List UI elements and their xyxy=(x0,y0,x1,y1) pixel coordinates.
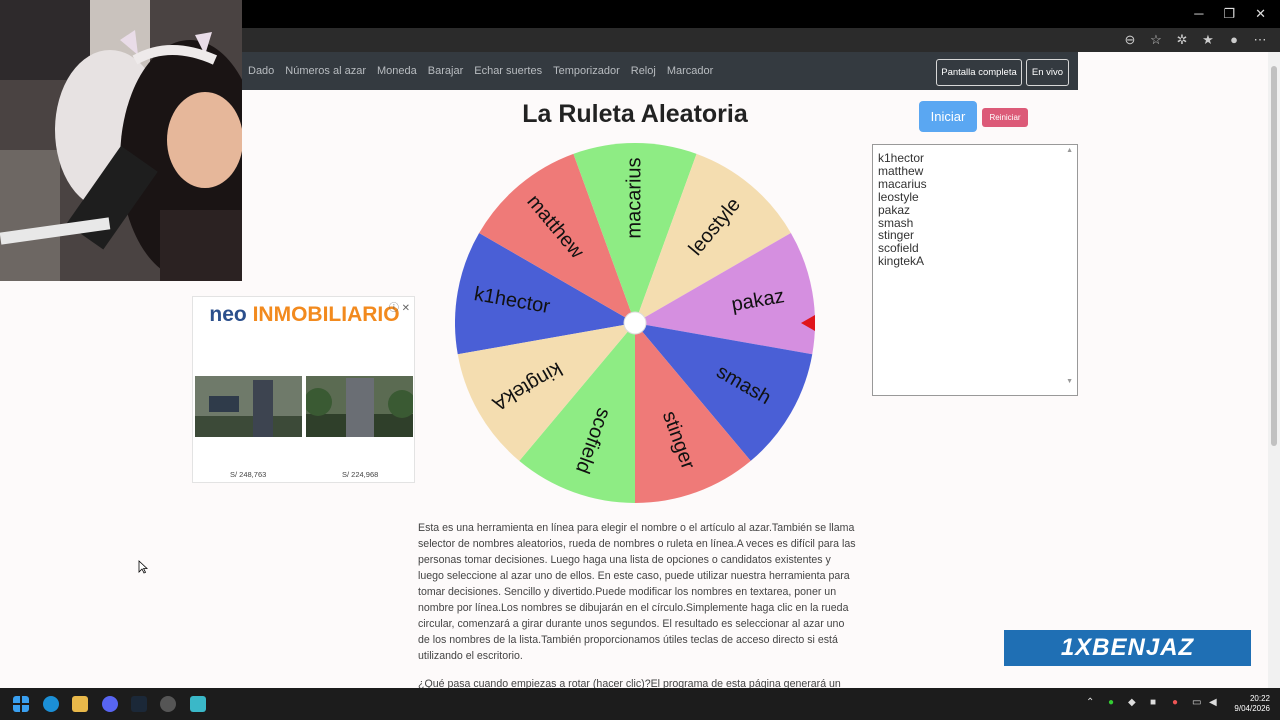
more-menu-icon[interactable]: ⋯ xyxy=(1252,32,1268,48)
name-line: stinger xyxy=(878,228,915,243)
close-window-button[interactable]: ✕ xyxy=(1255,6,1266,22)
favorites-icon[interactable]: ★ xyxy=(1200,32,1216,48)
volume-icon[interactable]: ◀ xyxy=(1209,697,1217,708)
edge-browser-icon[interactable] xyxy=(43,696,59,712)
scroll-down-icon[interactable]: ▼ xyxy=(1066,378,1073,385)
ad-image-building-2[interactable] xyxy=(306,376,413,437)
name-line: pakaz xyxy=(878,202,911,217)
notepad-icon[interactable] xyxy=(190,696,206,712)
nav-link[interactable]: Reloj xyxy=(631,65,656,77)
windows-start-icon[interactable] xyxy=(13,696,29,712)
nav-link[interactable]: Marcador xyxy=(667,65,713,77)
file-explorer-icon[interactable] xyxy=(72,696,88,712)
star-icon[interactable]: ☆ xyxy=(1148,32,1164,48)
obs-icon[interactable] xyxy=(160,696,176,712)
name-line: smash xyxy=(878,215,914,230)
page-scrollbar[interactable] xyxy=(1268,52,1280,688)
taskbar-clock[interactable]: 20:22 9/04/2026 xyxy=(1234,694,1270,714)
webcam-overlay xyxy=(0,0,242,281)
advertisement[interactable]: neo INMOBILIARIO ⓘ ✕ S/ 248,763 S/ 224,9… xyxy=(192,296,415,483)
nav-link[interactable]: Temporizador xyxy=(553,65,620,77)
wheel-segment-label: macarius xyxy=(623,157,645,238)
name-line: macarius xyxy=(878,176,927,191)
tray-status-icon[interactable]: ● xyxy=(1108,697,1114,708)
nav-link[interactable]: Dado xyxy=(248,65,274,77)
ad-logo: neo INMOBILIARIO xyxy=(209,303,400,326)
name-line: leostyle xyxy=(878,189,919,204)
microphone-icon[interactable]: ● xyxy=(1172,697,1178,708)
start-button[interactable]: Iniciar xyxy=(919,101,977,132)
reset-button[interactable]: Reiniciar xyxy=(982,108,1028,127)
scroll-up-icon[interactable]: ▲ xyxy=(1066,147,1073,154)
block-icon[interactable]: ⊖ xyxy=(1122,32,1138,48)
ad-price-2: S/ 224,968 xyxy=(342,470,379,479)
ad-close-icon[interactable]: ⓘ ✕ xyxy=(389,299,410,314)
extensions-icon[interactable]: ✲ xyxy=(1174,32,1190,48)
live-button[interactable]: En vivo xyxy=(1026,59,1069,86)
name-line: kingtekA xyxy=(878,254,925,269)
nav-link[interactable]: Barajar xyxy=(428,65,463,77)
profile-avatar[interactable]: ● xyxy=(1226,32,1242,48)
fullscreen-button[interactable]: Pantalla completa xyxy=(936,59,1022,86)
ad-price-1: S/ 248,763 xyxy=(230,470,267,479)
name-line: scofield xyxy=(878,241,919,256)
ad-image-building-1[interactable] xyxy=(195,376,302,437)
minimize-button[interactable]: ─ xyxy=(1194,6,1203,22)
restore-button[interactable]: ❐ xyxy=(1223,6,1235,22)
tray-steam-icon[interactable]: ◆ xyxy=(1128,697,1136,708)
streamer-banner: 1XBENJAZ xyxy=(1004,630,1251,666)
steam-icon[interactable] xyxy=(131,696,147,712)
tray-expand-icon[interactable]: ⌃ xyxy=(1086,697,1094,708)
network-icon[interactable]: ▭ xyxy=(1192,697,1201,708)
description-paragraph-2: ¿Qué pasa cuando empiezas a rotar (hacer… xyxy=(418,678,841,688)
clock-date: 9/04/2026 xyxy=(1234,704,1270,713)
discord-icon[interactable] xyxy=(102,696,118,712)
spin-wheel[interactable]: k1hectormatthew macarius leostylepakazsmas… xyxy=(455,143,825,513)
names-textarea[interactable]: k1hector matthew macarius leostyle pakaz smas… xyxy=(872,144,1078,396)
wheel-hub[interactable] xyxy=(623,311,647,335)
nav-links: Dado Números al azar Moneda Barajar Echar su… xyxy=(248,52,713,90)
name-line: matthew xyxy=(878,163,924,178)
tray-app-icon[interactable]: ■ xyxy=(1150,697,1156,708)
clock-time: 20:22 xyxy=(1249,694,1270,703)
nav-link[interactable]: Números al azar xyxy=(285,65,366,77)
mouse-cursor-icon xyxy=(138,560,148,574)
taskbar: ⌃ ● ◆ ■ ● ▭ ◀ 20:22 9/04/2026 xyxy=(0,688,1280,720)
name-line: k1hector xyxy=(878,151,925,165)
nav-link[interactable]: Echar suertes xyxy=(474,65,542,77)
nav-link[interactable]: Moneda xyxy=(377,65,417,77)
page-title: La Ruleta Aleatoria xyxy=(522,100,748,128)
description-paragraph: Esta es una herramienta en línea para el… xyxy=(418,522,856,662)
